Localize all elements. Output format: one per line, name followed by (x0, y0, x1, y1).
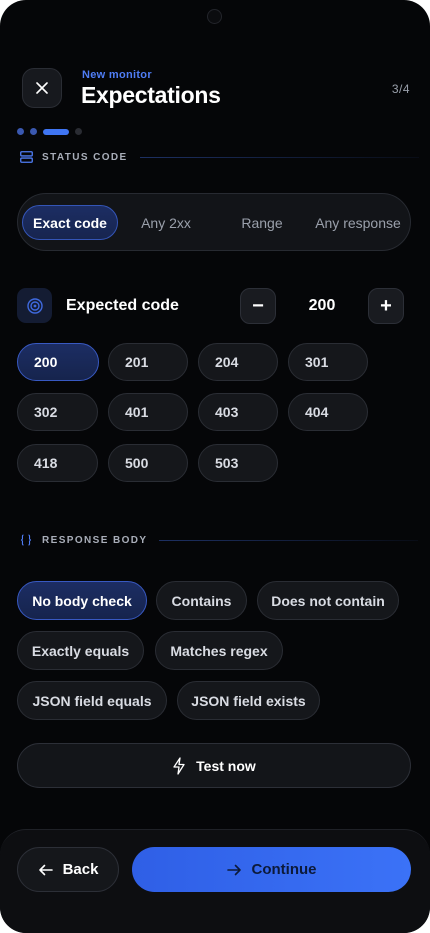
back-button[interactable]: Back (17, 847, 119, 892)
page-subtitle: New monitor (82, 69, 152, 81)
status-code-header: STATUS CODE (19, 149, 419, 165)
close-button[interactable] (22, 68, 62, 108)
continue-button[interactable]: Continue (132, 847, 411, 892)
braces-icon (19, 533, 33, 547)
decrement-button[interactable]: − (240, 288, 276, 324)
progress-dot (30, 128, 37, 135)
progress-dots (17, 128, 82, 135)
code-chip-200[interactable]: 200 (17, 343, 99, 381)
increment-button[interactable]: + (368, 288, 404, 324)
code-chip-404[interactable]: 404 (288, 393, 368, 431)
code-chip-503[interactable]: 503 (198, 444, 278, 482)
lightning-icon (173, 756, 185, 775)
code-chip-403[interactable]: 403 (198, 393, 278, 431)
body-option-no-body-check[interactable]: No body check (17, 581, 147, 620)
divider (159, 539, 419, 541)
target-icon (17, 288, 52, 323)
status-mode-selector: Exact code Any 2xx Range Any response (17, 193, 411, 251)
code-chip-418[interactable]: 418 (17, 444, 98, 482)
response-body-header: RESPONSE BODY (19, 532, 419, 548)
body-option-exactly-equals[interactable]: Exactly equals (17, 631, 144, 670)
code-chip-201[interactable]: 201 (108, 343, 188, 381)
response-body-label: RESPONSE BODY (42, 534, 148, 546)
close-icon (36, 82, 48, 94)
body-option-contains[interactable]: Contains (156, 581, 247, 620)
arrow-left-icon (38, 864, 53, 875)
camera-cutout (207, 9, 222, 24)
page-title: Expectations (81, 82, 221, 108)
mode-any-response[interactable]: Any response (310, 205, 406, 240)
body-option-matches-regex[interactable]: Matches regex (155, 631, 283, 670)
mode-exact-code[interactable]: Exact code (22, 205, 118, 240)
code-chip-301[interactable]: 301 (288, 343, 368, 381)
progress-dot (17, 128, 24, 135)
code-chip-401[interactable]: 401 (108, 393, 188, 431)
body-option-json-field-equals[interactable]: JSON field equals (17, 681, 167, 720)
expected-code-value: 200 (308, 297, 336, 314)
mode-range[interactable]: Range (216, 205, 308, 240)
body-option-json-field-exists[interactable]: JSON field exists (177, 681, 320, 720)
test-now-button[interactable]: Test now (17, 743, 411, 788)
back-label: Back (62, 861, 99, 878)
divider (139, 156, 419, 158)
step-indicator: 3/4 (391, 82, 410, 96)
continue-label: Continue (251, 861, 317, 878)
code-chip-302[interactable]: 302 (17, 393, 98, 431)
progress-dot-active (43, 128, 69, 135)
arrow-right-icon (226, 864, 241, 875)
status-code-label: STATUS CODE (42, 151, 128, 163)
body-option-does-not-contain[interactable]: Does not contain (257, 581, 399, 620)
code-chip-204[interactable]: 204 (198, 343, 278, 381)
expected-code-label: Expected code (66, 297, 179, 314)
server-icon (19, 150, 33, 164)
mode-any-2xx[interactable]: Any 2xx (122, 205, 210, 240)
code-chip-500[interactable]: 500 (108, 444, 188, 482)
test-now-label: Test now (196, 757, 256, 774)
app-screen: New monitor Expectations 3/4 STATUS CODE… (0, 0, 430, 933)
progress-dot (75, 128, 82, 135)
